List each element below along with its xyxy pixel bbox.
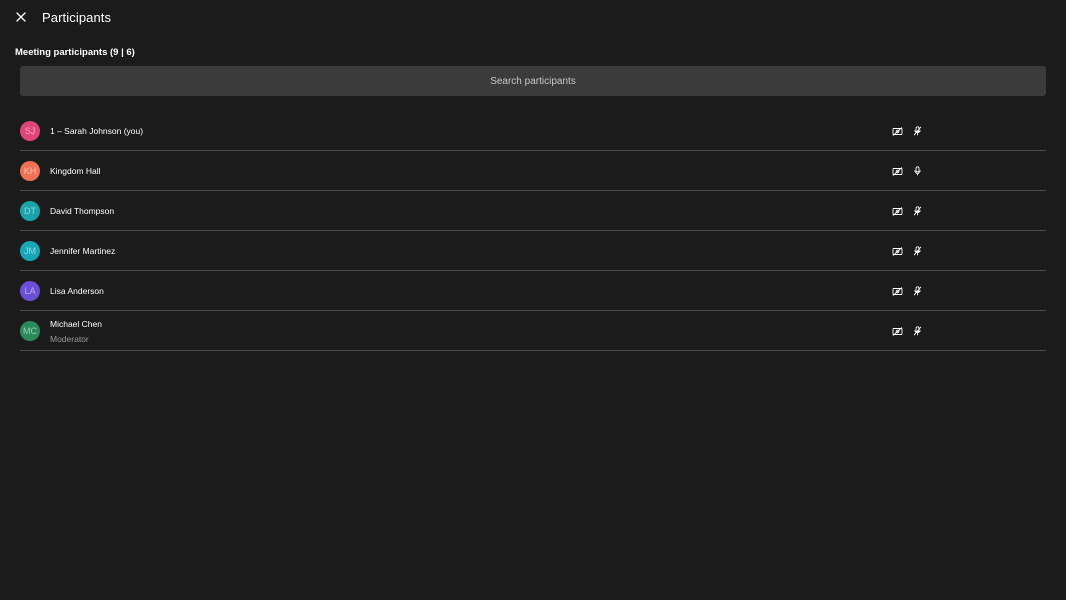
panel-header: Participants	[0, 0, 1066, 36]
participant-role: Moderator	[50, 334, 89, 344]
camera-off-icon[interactable]	[890, 124, 904, 138]
microphone-muted-icon[interactable]	[910, 204, 924, 218]
participant-row[interactable]: JM Jennifer Martinez	[20, 231, 1046, 271]
participant-row[interactable]: KH Kingdom Hall	[20, 151, 1046, 191]
participant-name: 1 – Sarah Johnson (you)	[50, 126, 144, 136]
camera-off-icon[interactable]	[890, 164, 904, 178]
close-icon	[16, 12, 26, 22]
participants-count-heading: Meeting participants (9 | 6)	[15, 47, 135, 58]
avatar: SJ	[20, 121, 40, 141]
microphone-muted-icon[interactable]	[910, 124, 924, 138]
camera-off-icon[interactable]	[890, 204, 904, 218]
close-button[interactable]	[12, 8, 30, 26]
participant-row[interactable]: DT David Thompson	[20, 191, 1046, 231]
participant-row[interactable]: LA Lisa Anderson	[20, 271, 1046, 311]
avatar: LA	[20, 281, 40, 301]
camera-off-icon[interactable]	[890, 244, 904, 258]
participant-row[interactable]: SJ 1 – Sarah Johnson (you)	[20, 111, 1046, 151]
participant-name: Jennifer Martinez	[50, 246, 116, 256]
microphone-muted-icon[interactable]	[910, 324, 924, 338]
avatar: KH	[20, 161, 40, 181]
avatar: DT	[20, 201, 40, 221]
participant-name: Michael Chen	[50, 319, 102, 329]
participant-name: Lisa Anderson	[50, 286, 104, 296]
participant-row[interactable]: MC Michael Chen Moderator	[20, 311, 1046, 351]
camera-off-icon[interactable]	[890, 324, 904, 338]
search-input[interactable]	[20, 66, 1046, 96]
panel-title: Participants	[42, 10, 112, 25]
participant-name: Kingdom Hall	[50, 166, 101, 176]
participant-name: David Thompson	[50, 206, 115, 216]
participant-list: SJ 1 – Sarah Johnson (you) KH Kingdom Hall D…	[20, 111, 1046, 351]
avatar: JM	[20, 241, 40, 261]
microphone-icon[interactable]	[910, 164, 924, 178]
avatar: MC	[20, 321, 40, 341]
microphone-muted-icon[interactable]	[910, 244, 924, 258]
microphone-muted-icon[interactable]	[910, 284, 924, 298]
camera-off-icon[interactable]	[890, 284, 904, 298]
